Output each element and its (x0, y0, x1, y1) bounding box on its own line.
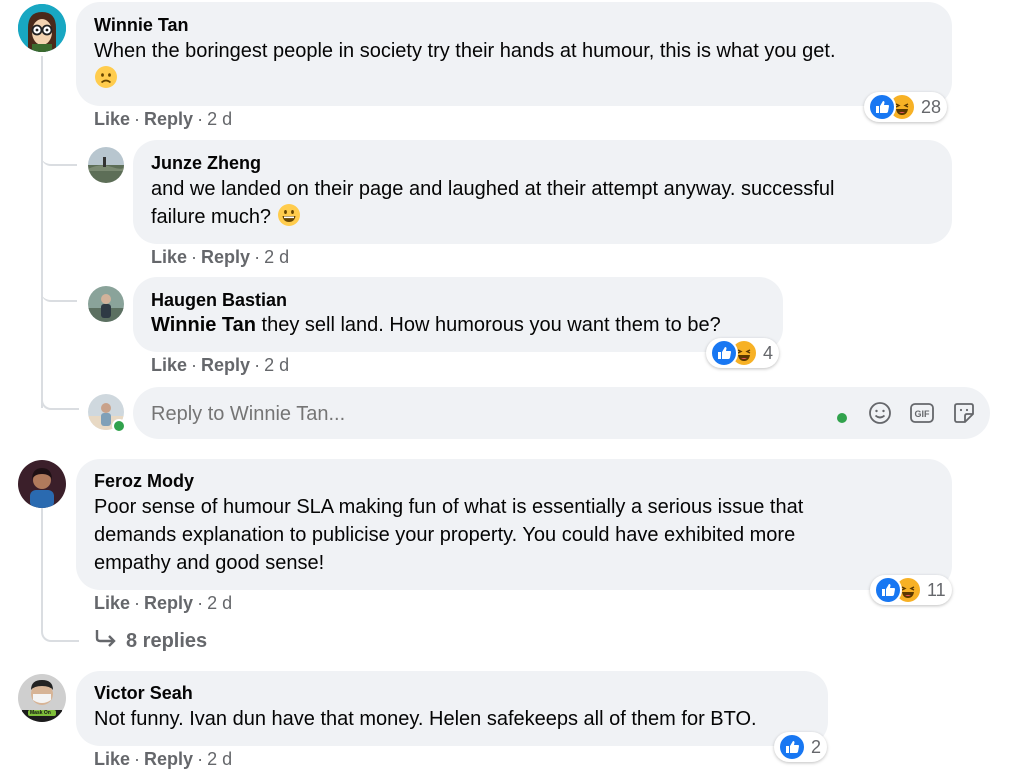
timestamp[interactable]: 2 d (264, 247, 289, 267)
mention-link[interactable]: Winnie Tan (151, 314, 256, 336)
separator-dot: · (254, 355, 261, 375)
gif-icon[interactable]: GIF (909, 400, 935, 431)
like-button[interactable]: Like (151, 247, 187, 267)
avatar[interactable] (88, 286, 124, 322)
comment-actions: Like · Reply · 2 d (94, 593, 232, 614)
reaction-count: 28 (921, 96, 942, 117)
comment-text-body: they sell land. How humorous you want th… (256, 314, 721, 336)
reaction-count: 11 (927, 579, 946, 600)
like-button[interactable]: Like (151, 355, 187, 375)
grinning-face-emoji-icon (277, 203, 301, 227)
replies-count-label[interactable]: 8 replies (126, 630, 207, 653)
separator-dot: · (197, 109, 204, 129)
comment-text-line: Poor sense of humour SLA making fun of w… (94, 496, 804, 518)
comment-actions: Like · Reply · 2 d (94, 109, 232, 130)
reply-arrow-icon (94, 627, 118, 655)
comment-text-line: demands explanation to publicise your pr… (94, 524, 796, 546)
like-button[interactable]: Like (94, 593, 130, 613)
person-photo-icon (18, 460, 66, 508)
avatar[interactable] (18, 460, 66, 508)
comment-text-body: When the boringest people in society try… (94, 40, 836, 62)
thread-elbow-junze (41, 150, 77, 166)
reply-button[interactable]: Reply (144, 749, 193, 769)
timestamp[interactable]: 2 d (264, 355, 289, 375)
avatar[interactable] (88, 147, 124, 183)
avatar-mask-caption: Mask On (30, 710, 51, 716)
sticker-icon[interactable] (951, 400, 977, 431)
thread-elbow-reply-box (41, 392, 79, 410)
reply-input-box[interactable]: GIF (133, 387, 990, 439)
comment-text-line: failure much? (151, 206, 272, 228)
view-replies-link[interactable]: 8 replies (94, 627, 207, 655)
comment-text: Not funny. Ivan dun have that money. Hel… (94, 708, 757, 730)
reaction-summary[interactable]: 28 (864, 92, 948, 122)
avatar[interactable] (18, 4, 66, 52)
typing-indicator-dot (837, 413, 847, 423)
reply-button[interactable]: Reply (201, 355, 250, 375)
thread-line-winnie (41, 56, 43, 408)
reply-button[interactable]: Reply (144, 109, 193, 129)
separator-dot: · (134, 109, 141, 129)
comment-text-line: empathy and good sense! (94, 552, 325, 574)
svg-text:GIF: GIF (915, 409, 931, 419)
separator-dot: · (191, 355, 198, 375)
thread-elbow-feroz-replies (41, 508, 79, 642)
timestamp[interactable]: 2 d (207, 109, 232, 129)
reaction-summary[interactable]: 2 (774, 732, 828, 762)
reaction-count: 2 (811, 736, 822, 757)
timestamp[interactable]: 2 d (207, 749, 232, 769)
separator-dot: · (197, 749, 204, 769)
like-reaction-icon (874, 576, 902, 604)
frowning-face-emoji-icon (94, 65, 118, 89)
thread-elbow-haugen (41, 286, 77, 302)
comment-text-line: and we landed on their page and laughed … (151, 178, 835, 200)
online-status-dot (112, 419, 126, 433)
comment-author[interactable]: Junze Zheng (151, 153, 261, 174)
separator-dot: · (191, 247, 198, 267)
cartoon-avatar-icon (18, 4, 66, 52)
reply-input[interactable] (149, 399, 813, 429)
reaction-summary[interactable]: 11 (870, 575, 952, 605)
comment-text: Winnie Tan they sell land. How humorous … (151, 311, 771, 339)
comment-author[interactable]: Winnie Tan (94, 15, 189, 36)
separator-dot: · (134, 749, 141, 769)
like-button[interactable]: Like (94, 109, 130, 129)
separator-dot: · (254, 247, 261, 267)
timestamp[interactable]: 2 d (207, 593, 232, 613)
separator-dot: · (134, 593, 141, 613)
comment-author[interactable]: Feroz Mody (94, 471, 194, 492)
comment-actions: Like · Reply · 2 d (151, 247, 289, 268)
emoji-icon[interactable] (867, 400, 893, 431)
like-reaction-icon (778, 733, 806, 761)
comment-text: Poor sense of humour SLA making fun of w… (94, 493, 934, 577)
comment-text: When the boringest people in society try… (94, 37, 934, 93)
comment-text: and we landed on their page and laughed … (151, 175, 941, 231)
separator-dot: · (197, 593, 204, 613)
comment-author[interactable]: Victor Seah (94, 683, 193, 704)
reaction-summary[interactable]: 4 (706, 338, 780, 368)
comment-author[interactable]: Haugen Bastian (151, 290, 287, 311)
person-photo-icon (88, 286, 124, 322)
like-reaction-icon (868, 93, 896, 121)
landscape-photo-icon (88, 147, 124, 183)
reaction-count: 4 (763, 342, 774, 363)
avatar[interactable]: Mask On (18, 674, 66, 722)
like-reaction-icon (710, 339, 738, 367)
reply-button[interactable]: Reply (144, 593, 193, 613)
comment-actions: Like · Reply · 2 d (151, 355, 289, 376)
like-button[interactable]: Like (94, 749, 130, 769)
reply-button[interactable]: Reply (201, 247, 250, 267)
comment-actions: Like · Reply · 2 d (94, 749, 232, 770)
